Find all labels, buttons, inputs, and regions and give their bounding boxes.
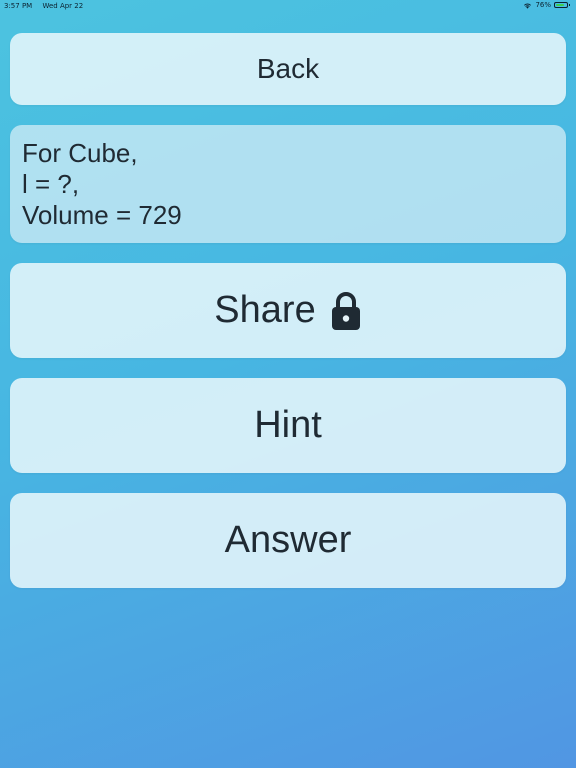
- status-date: Wed Apr 22: [42, 2, 84, 10]
- battery-percent: 76%: [535, 1, 551, 9]
- status-bar: 3:57 PM Wed Apr 22 76%: [0, 0, 576, 12]
- wifi-icon: [523, 2, 532, 9]
- battery-icon: [554, 2, 570, 8]
- lock-icon: [330, 291, 362, 331]
- question-panel: For Cube, l = ?, Volume = 729: [10, 125, 566, 243]
- status-left: 3:57 PM Wed Apr 22: [4, 2, 91, 10]
- hint-button[interactable]: Hint: [10, 378, 566, 473]
- question-line-1: For Cube,: [22, 137, 138, 168]
- hint-button-label: Hint: [254, 404, 322, 446]
- status-right: 76%: [523, 1, 570, 9]
- question-text: For Cube, l = ?, Volume = 729: [22, 138, 182, 231]
- answer-button-label: Answer: [224, 519, 352, 561]
- status-time: 3:57 PM: [4, 2, 33, 10]
- answer-button[interactable]: Answer: [10, 493, 566, 588]
- question-line-3: Volume = 729: [22, 199, 182, 230]
- question-line-2: l = ?,: [22, 168, 80, 199]
- back-button-label: Back: [256, 53, 320, 84]
- battery-fill: [556, 4, 564, 6]
- share-button[interactable]: Share: [10, 263, 566, 358]
- share-button-label: Share: [214, 289, 316, 331]
- share-button-content: Share: [214, 289, 361, 332]
- back-button[interactable]: Back: [10, 33, 566, 105]
